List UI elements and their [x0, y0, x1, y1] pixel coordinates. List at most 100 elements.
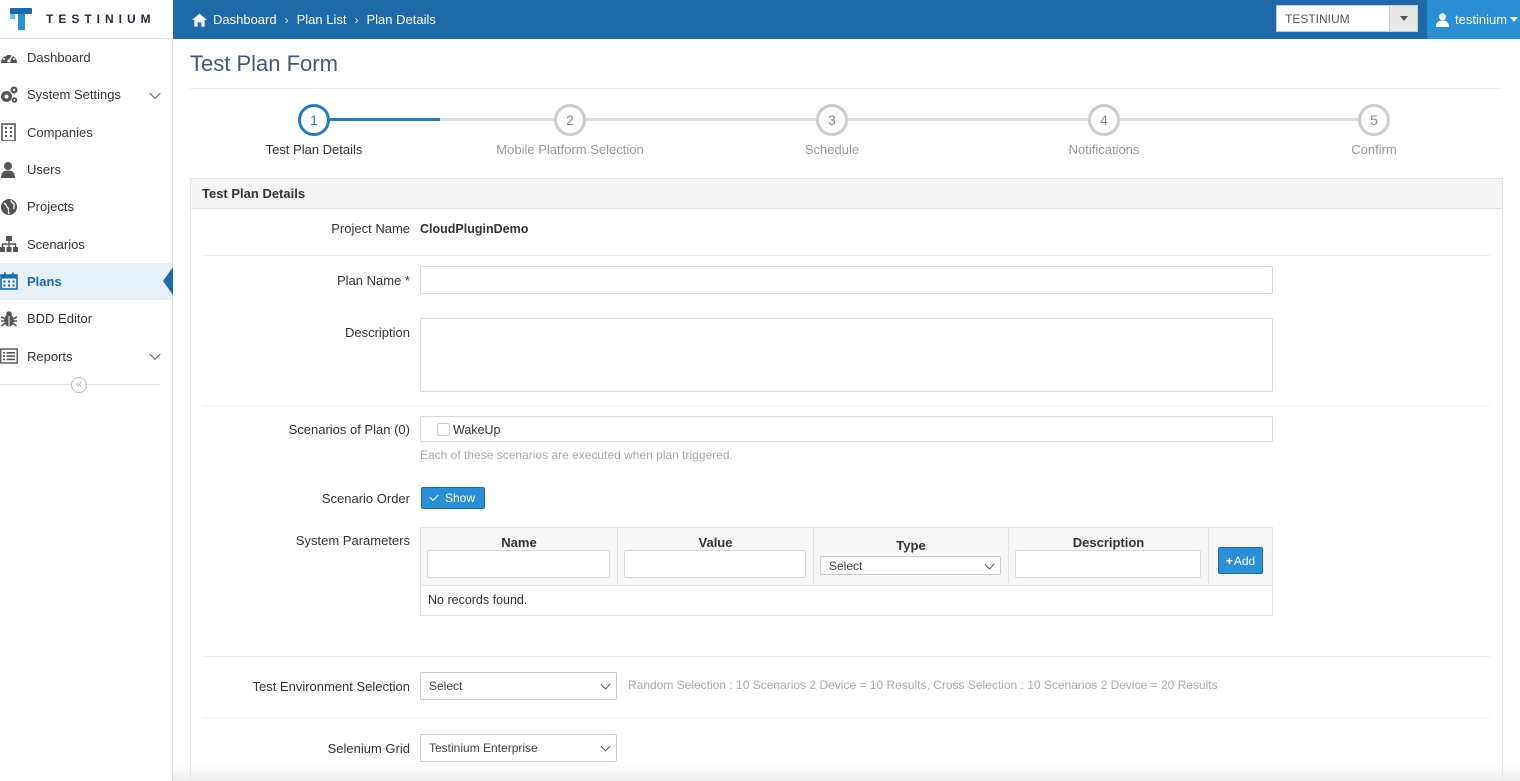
table-header: Name Value Type Select Description + Add [421, 528, 1272, 586]
scenario-order-show-button[interactable]: Show [421, 487, 485, 509]
description-textarea[interactable] [420, 318, 1273, 392]
step-label: Test Plan Details [265, 142, 363, 157]
select-value: Testinium Enterprise [429, 741, 538, 755]
column-description: Description [1009, 528, 1209, 586]
param-name-input[interactable] [427, 550, 610, 578]
plus-icon: + [1225, 553, 1233, 568]
scenario-option-label[interactable]: WakeUp [453, 423, 500, 437]
sidebar-item-plans[interactable]: Plans [0, 262, 173, 301]
column-header: Description [1072, 535, 1145, 550]
sidebar-item-users[interactable]: Users [0, 151, 172, 188]
scroll-fade [173, 765, 1520, 781]
plan-name-input[interactable] [420, 266, 1273, 294]
add-parameter-button[interactable]: + Add [1218, 547, 1263, 574]
active-indicator [163, 267, 173, 296]
sidebar-item-label: Users [27, 162, 61, 178]
column-value: Value [618, 528, 814, 586]
wizard-step-5[interactable]: 5 Confirm [1274, 104, 1474, 157]
step-circle: 5 [1358, 104, 1390, 136]
scenarios-box: WakeUp [420, 416, 1273, 442]
company-select-toggle[interactable] [1389, 6, 1417, 31]
scenario-order-label: Scenario Order [321, 491, 410, 506]
sidebar-item-label: System Settings [27, 87, 121, 103]
company-select[interactable]: TESTINIUM [1276, 5, 1418, 32]
sidebar-item-companies[interactable]: Companies [0, 114, 172, 151]
brand-logo[interactable]: TESTINIUM [0, 0, 173, 39]
breadcrumb-plan-list[interactable]: Plan List [297, 12, 347, 27]
calendar-icon [0, 272, 18, 291]
sidebar-item-system-settings[interactable]: System Settings [0, 76, 172, 113]
form-divider [202, 255, 1490, 256]
company-select-value: TESTINIUM [1285, 11, 1350, 26]
system-parameters-label: System Parameters [295, 533, 410, 548]
column-type: Type Select [814, 528, 1009, 586]
wizard-step-2[interactable]: 2 Mobile Platform Selection [470, 104, 670, 157]
param-description-input[interactable] [1015, 550, 1201, 578]
column-header: Type [896, 538, 926, 553]
title-divider [190, 88, 1502, 89]
add-button-label: Add [1233, 553, 1256, 568]
user-icon [1, 161, 15, 178]
wizard-step-4[interactable]: 4 Notifications [1004, 104, 1204, 157]
breadcrumb-separator: › [354, 12, 359, 27]
form-divider [202, 656, 1490, 657]
gears-icon [1, 86, 18, 103]
show-button-label: Show [445, 491, 476, 505]
test-environment-help-text: Random Selection : 10 Scenarios 2 Device… [628, 678, 1218, 692]
top-navbar: TESTINIUM Dashboard › Plan List › Plan D… [0, 0, 1520, 39]
caret-down-icon [1510, 17, 1519, 22]
param-value-input[interactable] [624, 550, 806, 578]
project-name-value: CloudPluginDemo [420, 222, 529, 236]
user-menu[interactable]: testinium [1427, 0, 1520, 39]
home-icon [192, 12, 207, 27]
sidebar-item-label: Companies [27, 124, 93, 140]
description-label: Description [344, 325, 410, 340]
chevron-down-icon [600, 679, 611, 690]
list-icon [0, 348, 18, 364]
select-value: Select [829, 558, 863, 573]
sidebar-item-bdd-editor[interactable]: BDD Editor [0, 300, 172, 337]
sidebar: Dashboard System Settings Companies User… [0, 39, 173, 781]
chevron-down-icon [149, 87, 161, 99]
building-icon [1, 123, 16, 142]
step-label: Confirm [1351, 142, 1397, 157]
wizard-step-1[interactable]: 1 Test Plan Details [214, 104, 414, 157]
user-name: testinium [1455, 12, 1508, 27]
chevron-down-icon [600, 741, 611, 752]
globe-icon [1, 198, 17, 215]
selenium-grid-label: Selenium Grid [327, 741, 410, 756]
sidebar-item-scenarios[interactable]: Scenarios [0, 225, 172, 262]
scenario-checkbox-wakeup[interactable] [437, 423, 450, 436]
sidebar-item-reports[interactable]: Reports [0, 337, 172, 374]
chevron-down-icon [984, 559, 995, 570]
form-divider [202, 405, 1490, 406]
param-type-select[interactable]: Select [820, 556, 1001, 575]
wizard-step-3[interactable]: 3 Schedule [732, 104, 932, 157]
sidebar-item-label: Plans [27, 273, 62, 289]
step-label: Schedule [804, 142, 860, 157]
scenarios-label: Scenarios of Plan (0) [288, 422, 410, 437]
test-environment-select[interactable]: Select [420, 672, 617, 700]
dashboard-icon [1, 52, 17, 63]
sidebar-item-label: Projects [27, 199, 74, 215]
scenarios-help-text: Each of these scenarios are executed whe… [420, 448, 733, 462]
user-icon [1436, 12, 1449, 27]
column-header: Name [501, 535, 537, 550]
project-name-label: Project Name [331, 221, 410, 236]
caret-down-icon [1399, 16, 1408, 21]
selenium-grid-select[interactable]: Testinium Enterprise [420, 734, 617, 762]
sidebar-item-dashboard[interactable]: Dashboard [0, 39, 172, 76]
bug-icon [0, 310, 18, 327]
step-circle: 4 [1088, 104, 1120, 136]
breadcrumb: Dashboard › Plan List › Plan Details [192, 0, 436, 39]
form-divider [202, 717, 1490, 718]
chevron-down-icon [149, 348, 161, 361]
breadcrumb-dashboard[interactable]: Dashboard [213, 12, 277, 27]
sidebar-item-label: Scenarios [27, 236, 85, 252]
step-label: Notifications [1068, 142, 1140, 157]
column-header: Value [698, 535, 733, 550]
page-title: Test Plan Form [190, 51, 338, 76]
sidebar-item-projects[interactable]: Projects [0, 188, 172, 225]
sidebar-collapse-button[interactable]: « [71, 377, 87, 393]
double-chevron-left-icon: « [76, 379, 82, 390]
